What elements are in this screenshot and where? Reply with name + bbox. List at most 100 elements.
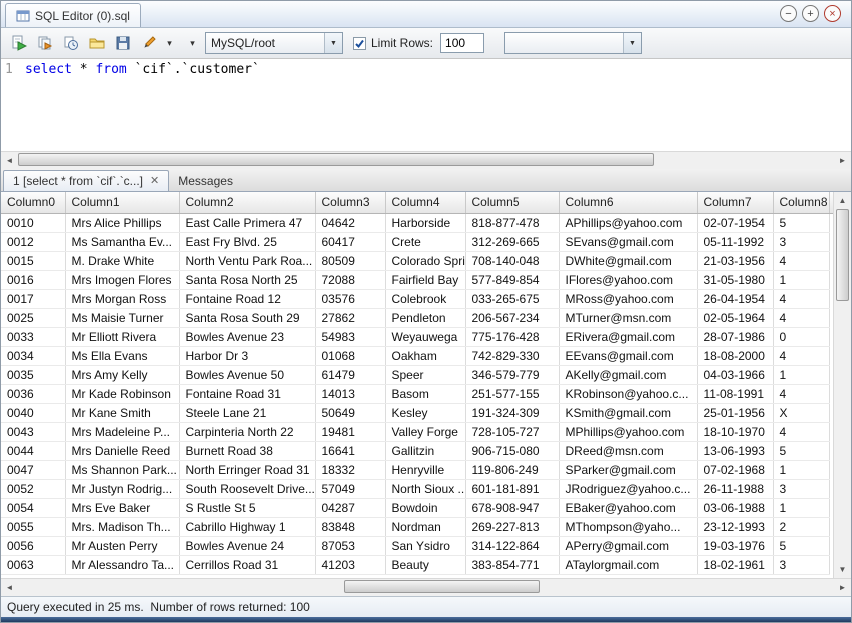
messages-tab[interactable]: Messages: [169, 170, 242, 191]
table-cell[interactable]: 4: [773, 308, 829, 327]
table-cell[interactable]: Valley Forge: [385, 422, 465, 441]
table-cell[interactable]: 27862: [315, 308, 385, 327]
table-cell[interactable]: 26-04-1954: [697, 289, 773, 308]
table-cell[interactable]: North Erringer Road 31: [179, 460, 315, 479]
table-cell[interactable]: Speer: [385, 365, 465, 384]
table-cell[interactable]: Carpinteria North 22: [179, 422, 315, 441]
table-cell[interactable]: Mrs Imogen Flores: [65, 270, 179, 289]
table-cell[interactable]: 60417: [315, 232, 385, 251]
sql-editor[interactable]: 1 select * from `cif`.`customer`: [1, 59, 851, 151]
scroll-right-icon[interactable]: ►: [834, 152, 851, 169]
table-cell[interactable]: ERivera@gmail.com: [559, 327, 697, 346]
table-cell[interactable]: Mr Austen Perry: [65, 536, 179, 555]
table-cell[interactable]: KSmith@gmail.com: [559, 403, 697, 422]
table-cell[interactable]: Steele Lane 21: [179, 403, 315, 422]
table-cell[interactable]: Cabrillo Highway 1: [179, 517, 315, 536]
table-cell[interactable]: DReed@msn.com: [559, 441, 697, 460]
table-cell[interactable]: 1: [773, 460, 829, 479]
table-cell[interactable]: 906-715-080: [465, 441, 559, 460]
table-cell[interactable]: Mrs Eve Baker: [65, 498, 179, 517]
table-cell[interactable]: 18-08-2000: [697, 346, 773, 365]
table-cell[interactable]: 80509: [315, 251, 385, 270]
table-cell[interactable]: 206-567-234: [465, 308, 559, 327]
table-cell[interactable]: Colorado Spri...: [385, 251, 465, 270]
table-cell[interactable]: 18-02-1961: [697, 555, 773, 574]
scroll-thumb[interactable]: [836, 209, 849, 301]
table-cell[interactable]: 04287: [315, 498, 385, 517]
table-cell[interactable]: 2: [773, 517, 829, 536]
table-cell[interactable]: DWhite@gmail.com: [559, 251, 697, 270]
table-cell[interactable]: 04642: [315, 213, 385, 232]
table-cell[interactable]: 0033: [1, 327, 65, 346]
table-cell[interactable]: EBaker@yahoo.com: [559, 498, 697, 517]
table-cell[interactable]: 0010: [1, 213, 65, 232]
table-cell[interactable]: JRodriguez@yahoo.c...: [559, 479, 697, 498]
table-cell[interactable]: MPhillips@yahoo.com: [559, 422, 697, 441]
scroll-track[interactable]: [18, 152, 834, 169]
table-cell[interactable]: 033-265-675: [465, 289, 559, 308]
table-cell[interactable]: 21-03-1956: [697, 251, 773, 270]
table-cell[interactable]: 5: [773, 536, 829, 555]
table-cell[interactable]: Harbor Dr 3: [179, 346, 315, 365]
table-cell[interactable]: 41203: [315, 555, 385, 574]
table-cell[interactable]: East Calle Primera 47: [179, 213, 315, 232]
table-cell[interactable]: 577-849-854: [465, 270, 559, 289]
scroll-thumb[interactable]: [344, 580, 540, 593]
table-cell[interactable]: 14013: [315, 384, 385, 403]
table-cell[interactable]: South Roosevelt Drive...: [179, 479, 315, 498]
table-cell[interactable]: 4: [773, 346, 829, 365]
scroll-left-icon[interactable]: ◄: [1, 152, 18, 169]
grid-vscrollbar[interactable]: ▲ ▼: [833, 192, 851, 578]
table-cell[interactable]: Ms Ella Evans: [65, 346, 179, 365]
table-cell[interactable]: 18-10-1970: [697, 422, 773, 441]
table-cell[interactable]: KRobinson@yahoo.c...: [559, 384, 697, 403]
table-cell[interactable]: APerry@gmail.com: [559, 536, 697, 555]
editor-tab[interactable]: SQL Editor (0).sql: [5, 3, 141, 27]
table-cell[interactable]: 0063: [1, 555, 65, 574]
table-cell[interactable]: 0043: [1, 422, 65, 441]
table-cell[interactable]: 03576: [315, 289, 385, 308]
table-cell[interactable]: 54983: [315, 327, 385, 346]
grid-hscrollbar[interactable]: ◄ ►: [1, 578, 851, 596]
toolbar-dropdown-icon[interactable]: ▾: [163, 31, 176, 55]
table-cell[interactable]: X: [773, 403, 829, 422]
column-header[interactable]: Column8: [773, 192, 829, 213]
table-cell[interactable]: 1: [773, 498, 829, 517]
close-icon[interactable]: ✕: [150, 176, 159, 187]
table-cell[interactable]: Santa Rosa South 29: [179, 308, 315, 327]
scroll-right-icon[interactable]: ►: [834, 579, 851, 596]
column-header[interactable]: Column1: [65, 192, 179, 213]
table-cell[interactable]: 0044: [1, 441, 65, 460]
table-cell[interactable]: 383-854-771: [465, 555, 559, 574]
table-cell[interactable]: 05-11-1992: [697, 232, 773, 251]
table-cell[interactable]: 4: [773, 384, 829, 403]
table-cell[interactable]: SEvans@gmail.com: [559, 232, 697, 251]
table-cell[interactable]: 11-08-1991: [697, 384, 773, 403]
table-cell[interactable]: San Ysidro: [385, 536, 465, 555]
table-cell[interactable]: Gallitzin: [385, 441, 465, 460]
table-cell[interactable]: 0040: [1, 403, 65, 422]
save-button[interactable]: [111, 31, 135, 55]
scroll-thumb[interactable]: [18, 153, 654, 166]
table-cell[interactable]: 5: [773, 441, 829, 460]
table-cell[interactable]: 119-806-249: [465, 460, 559, 479]
column-header[interactable]: Column4: [385, 192, 465, 213]
table-cell[interactable]: Nordman: [385, 517, 465, 536]
table-cell[interactable]: 0054: [1, 498, 65, 517]
table-cell[interactable]: 0052: [1, 479, 65, 498]
table-cell[interactable]: M. Drake White: [65, 251, 179, 270]
table-cell[interactable]: Burnett Road 38: [179, 441, 315, 460]
table-cell[interactable]: 0012: [1, 232, 65, 251]
table-cell[interactable]: IFlores@yahoo.com: [559, 270, 697, 289]
open-file-button[interactable]: [85, 31, 109, 55]
table-cell[interactable]: Mrs. Madison Th...: [65, 517, 179, 536]
table-cell[interactable]: Pendleton: [385, 308, 465, 327]
table-cell[interactable]: Beauty: [385, 555, 465, 574]
table-cell[interactable]: Mr Kade Robinson: [65, 384, 179, 403]
limit-rows-input[interactable]: [440, 33, 484, 53]
toolbar-overflow-icon[interactable]: ▾: [186, 31, 199, 55]
table-cell[interactable]: East Fry Blvd. 25: [179, 232, 315, 251]
scroll-down-icon[interactable]: ▼: [834, 561, 851, 578]
table-cell[interactable]: Fairfield Bay: [385, 270, 465, 289]
table-cell[interactable]: Ms Samantha Ev...: [65, 232, 179, 251]
